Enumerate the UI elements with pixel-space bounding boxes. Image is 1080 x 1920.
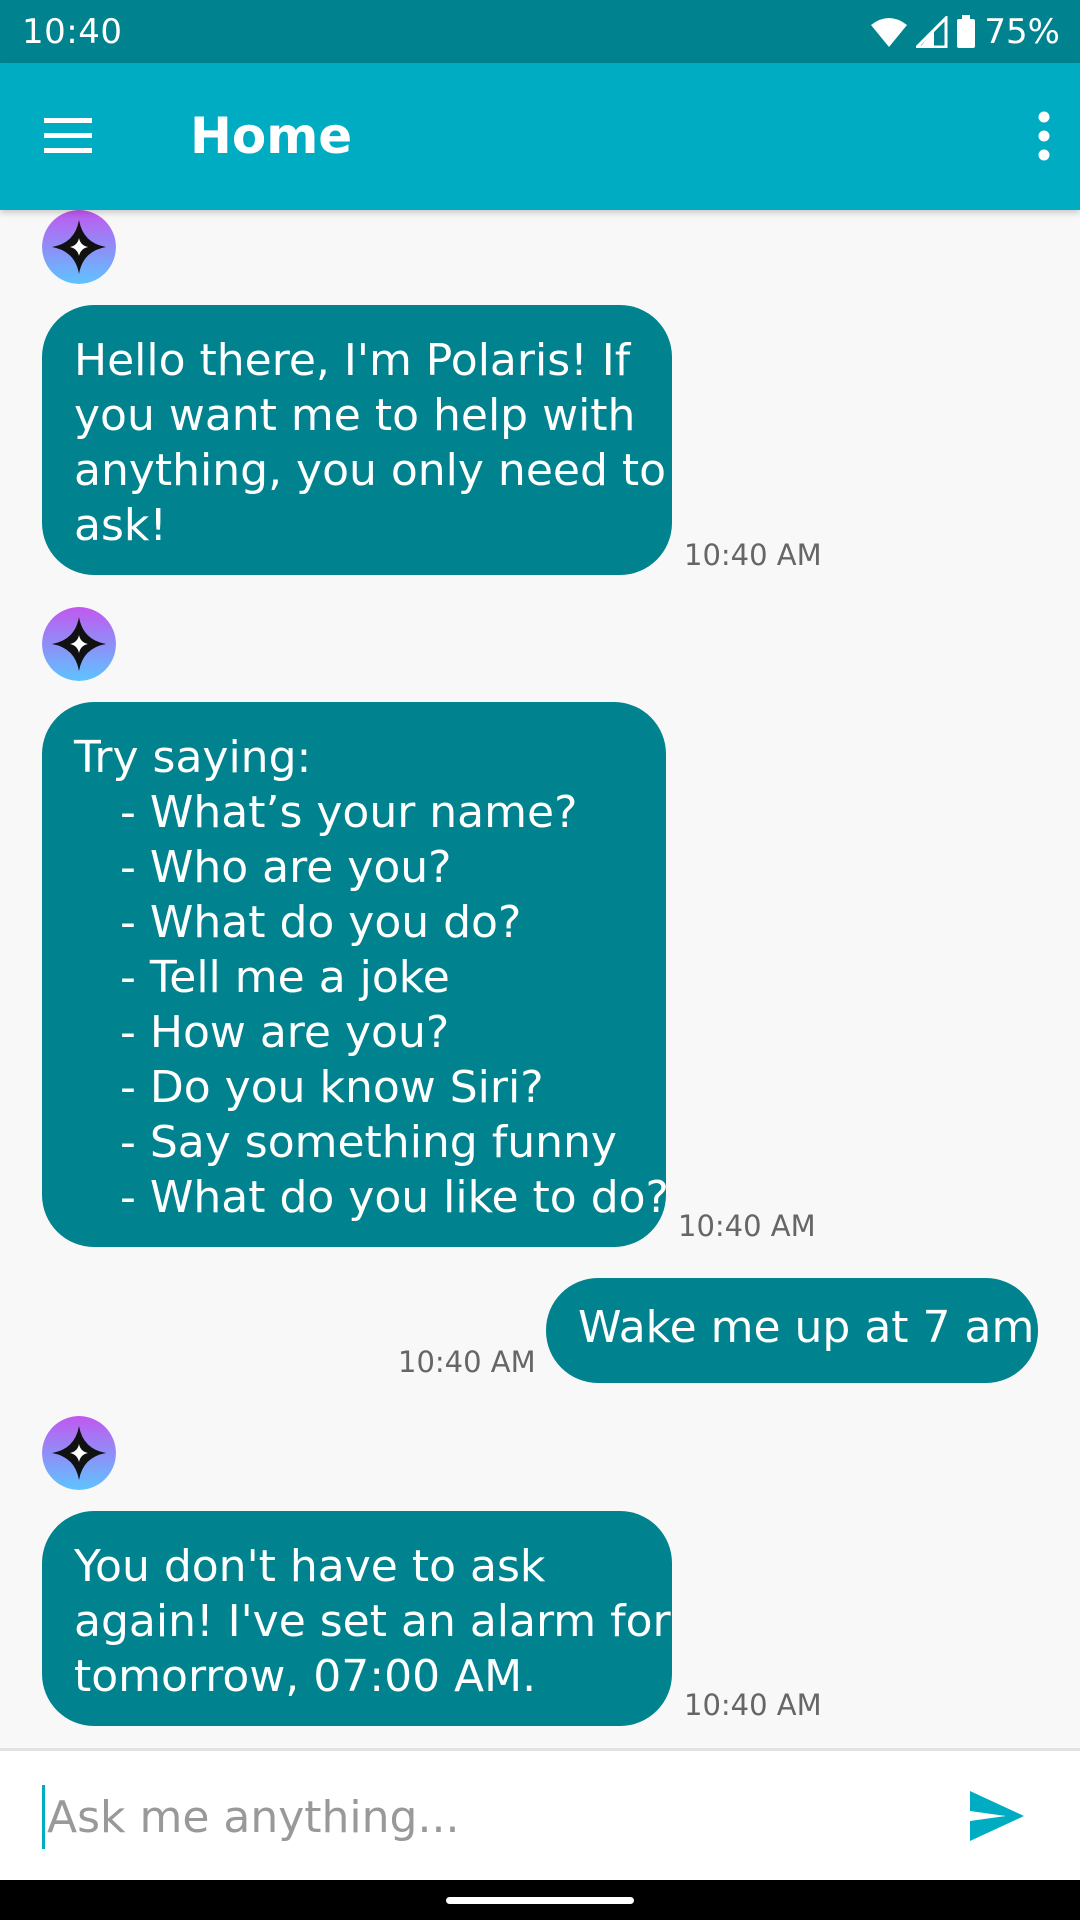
status-time: 10:40 [22, 12, 123, 52]
suggestion-item: - Tell me a joke [120, 952, 450, 1003]
message-text: Try saying: [74, 732, 312, 783]
suggestion-item: - What do you like to do? [120, 1172, 669, 1223]
message-text: You don't have to ask [74, 1541, 546, 1592]
status-bar: 10:40 75% [0, 0, 1080, 63]
app-bar: Home [0, 63, 1080, 210]
message-text: again! I've set an alarm for [74, 1596, 671, 1647]
bot-message-bubble: Try saying: - What’s your name? - Who ar… [42, 702, 669, 1247]
suggestion-item: - What’s your name? [120, 787, 578, 838]
wifi-icon [871, 18, 908, 47]
more-vert-icon [1038, 111, 1050, 161]
message-text: Hello there, I'm Polaris! If [74, 335, 631, 386]
suggestion-item: - Who are you? [120, 842, 452, 893]
message-text: ask! [74, 500, 168, 551]
system-navigation-bar [0, 1880, 1080, 1920]
battery-icon [957, 15, 976, 48]
page-title: Home [190, 107, 353, 165]
message-text: Wake me up at 7 am [578, 1302, 1035, 1353]
message-text: anything, you only need to [74, 445, 667, 496]
overflow-menu-button[interactable] [1008, 103, 1064, 169]
status-icons: 75% [870, 10, 1060, 54]
chat-list[interactable]: Hello there, I'm Polaris! If you want me… [0, 210, 1080, 1748]
message-timestamp: 10:40 AM [678, 1209, 816, 1243]
menu-button[interactable] [40, 108, 96, 164]
bot-avatar [42, 607, 116, 681]
message-text: tomorrow, 07:00 AM. [74, 1651, 537, 1702]
cell-signal-icon [916, 16, 948, 48]
home-gesture-handle[interactable] [446, 1897, 634, 1904]
suggestion-item: - What do you do? [120, 897, 522, 948]
send-button[interactable] [960, 1781, 1030, 1851]
user-message-bubble: Wake me up at 7 am [546, 1278, 1038, 1383]
message-text: you want me to help with [74, 390, 636, 441]
bot-avatar [42, 210, 116, 284]
bot-message-bubble: You don't have to ask again! I've set an… [42, 1511, 672, 1726]
suggestion-item: - Say something funny [120, 1117, 617, 1168]
send-icon [970, 1791, 1024, 1841]
message-timestamp: 10:40 AM [684, 1688, 822, 1722]
message-input[interactable] [42, 1785, 927, 1849]
hamburger-menu-icon [44, 118, 92, 153]
message-timestamp: 10:40 AM [398, 1345, 536, 1379]
suggestion-item: - Do you know Siri? [120, 1062, 544, 1113]
battery-percent: 75% [984, 12, 1060, 52]
suggestion-item: - How are you? [120, 1007, 450, 1058]
message-input-bar [0, 1748, 1080, 1883]
bot-message-bubble: Hello there, I'm Polaris! If you want me… [42, 305, 672, 575]
bot-avatar [42, 1416, 116, 1490]
message-timestamp: 10:40 AM [684, 538, 822, 572]
